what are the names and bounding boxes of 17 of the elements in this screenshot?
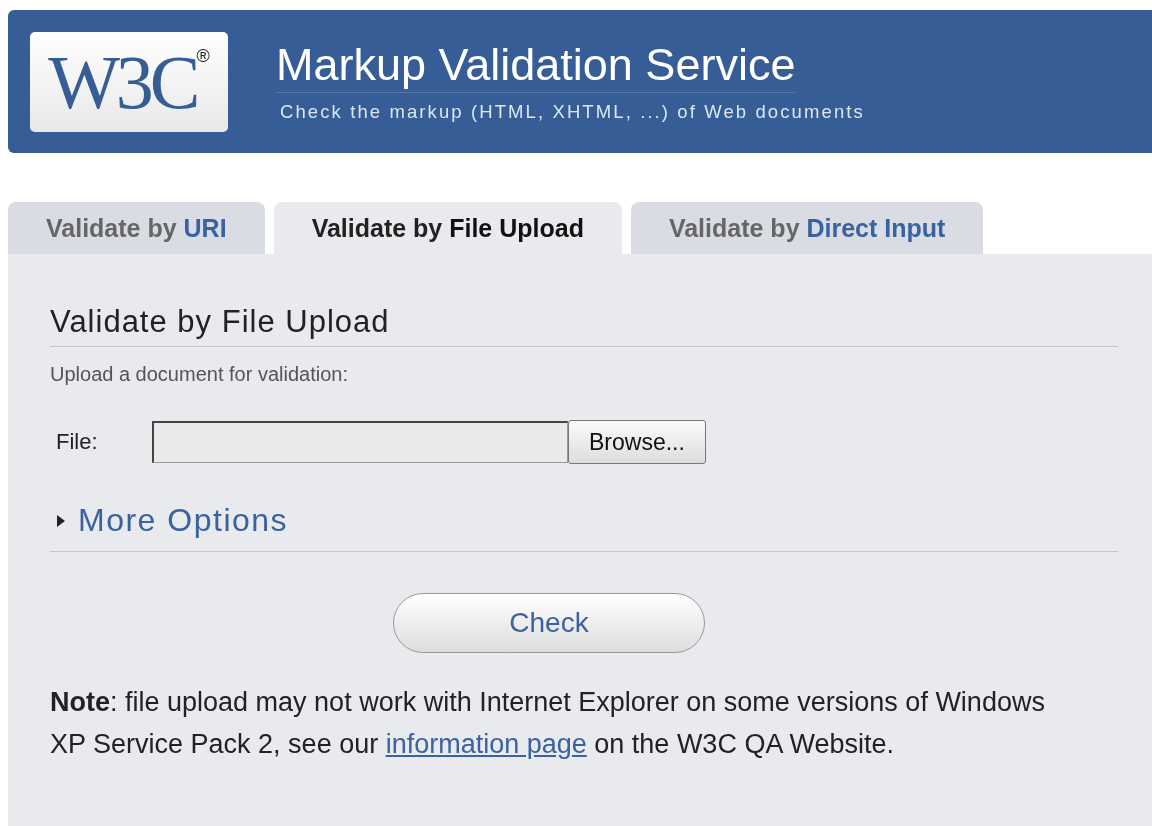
instruction-text: Upload a document for validation:: [50, 363, 349, 386]
section-heading: Validate by File Upload: [50, 304, 1118, 347]
more-options-link[interactable]: More Options: [78, 502, 289, 539]
information-link[interactable]: information page: [385, 729, 587, 759]
page-subtitle: Check the markup (HTML, XHTML, ...) of Web documents: [280, 100, 865, 123]
page-title: Markup Validation Service: [276, 40, 796, 93]
tab[interactable]: Validate by URI: [8, 202, 265, 254]
note-text: Note: file upload may not work with Internet Explorer on some versions of Windows XP Service Pack 2, see our information page on the W3C QA Website.: [50, 686, 1046, 761]
check-button[interactable]: Check: [393, 593, 705, 653]
caret-icon[interactable]: [56, 513, 66, 528]
registered-mark: ®: [196, 45, 210, 66]
tab[interactable]: Validate by Direct Input: [630, 202, 984, 254]
logo-text: W3C: [48, 43, 197, 120]
tab[interactable]: Validate by File Upload: [273, 202, 622, 254]
field-label: File:: [56, 429, 99, 455]
file-field[interactable]: [152, 421, 568, 463]
browse-button[interactable]: Browse...: [568, 420, 706, 464]
